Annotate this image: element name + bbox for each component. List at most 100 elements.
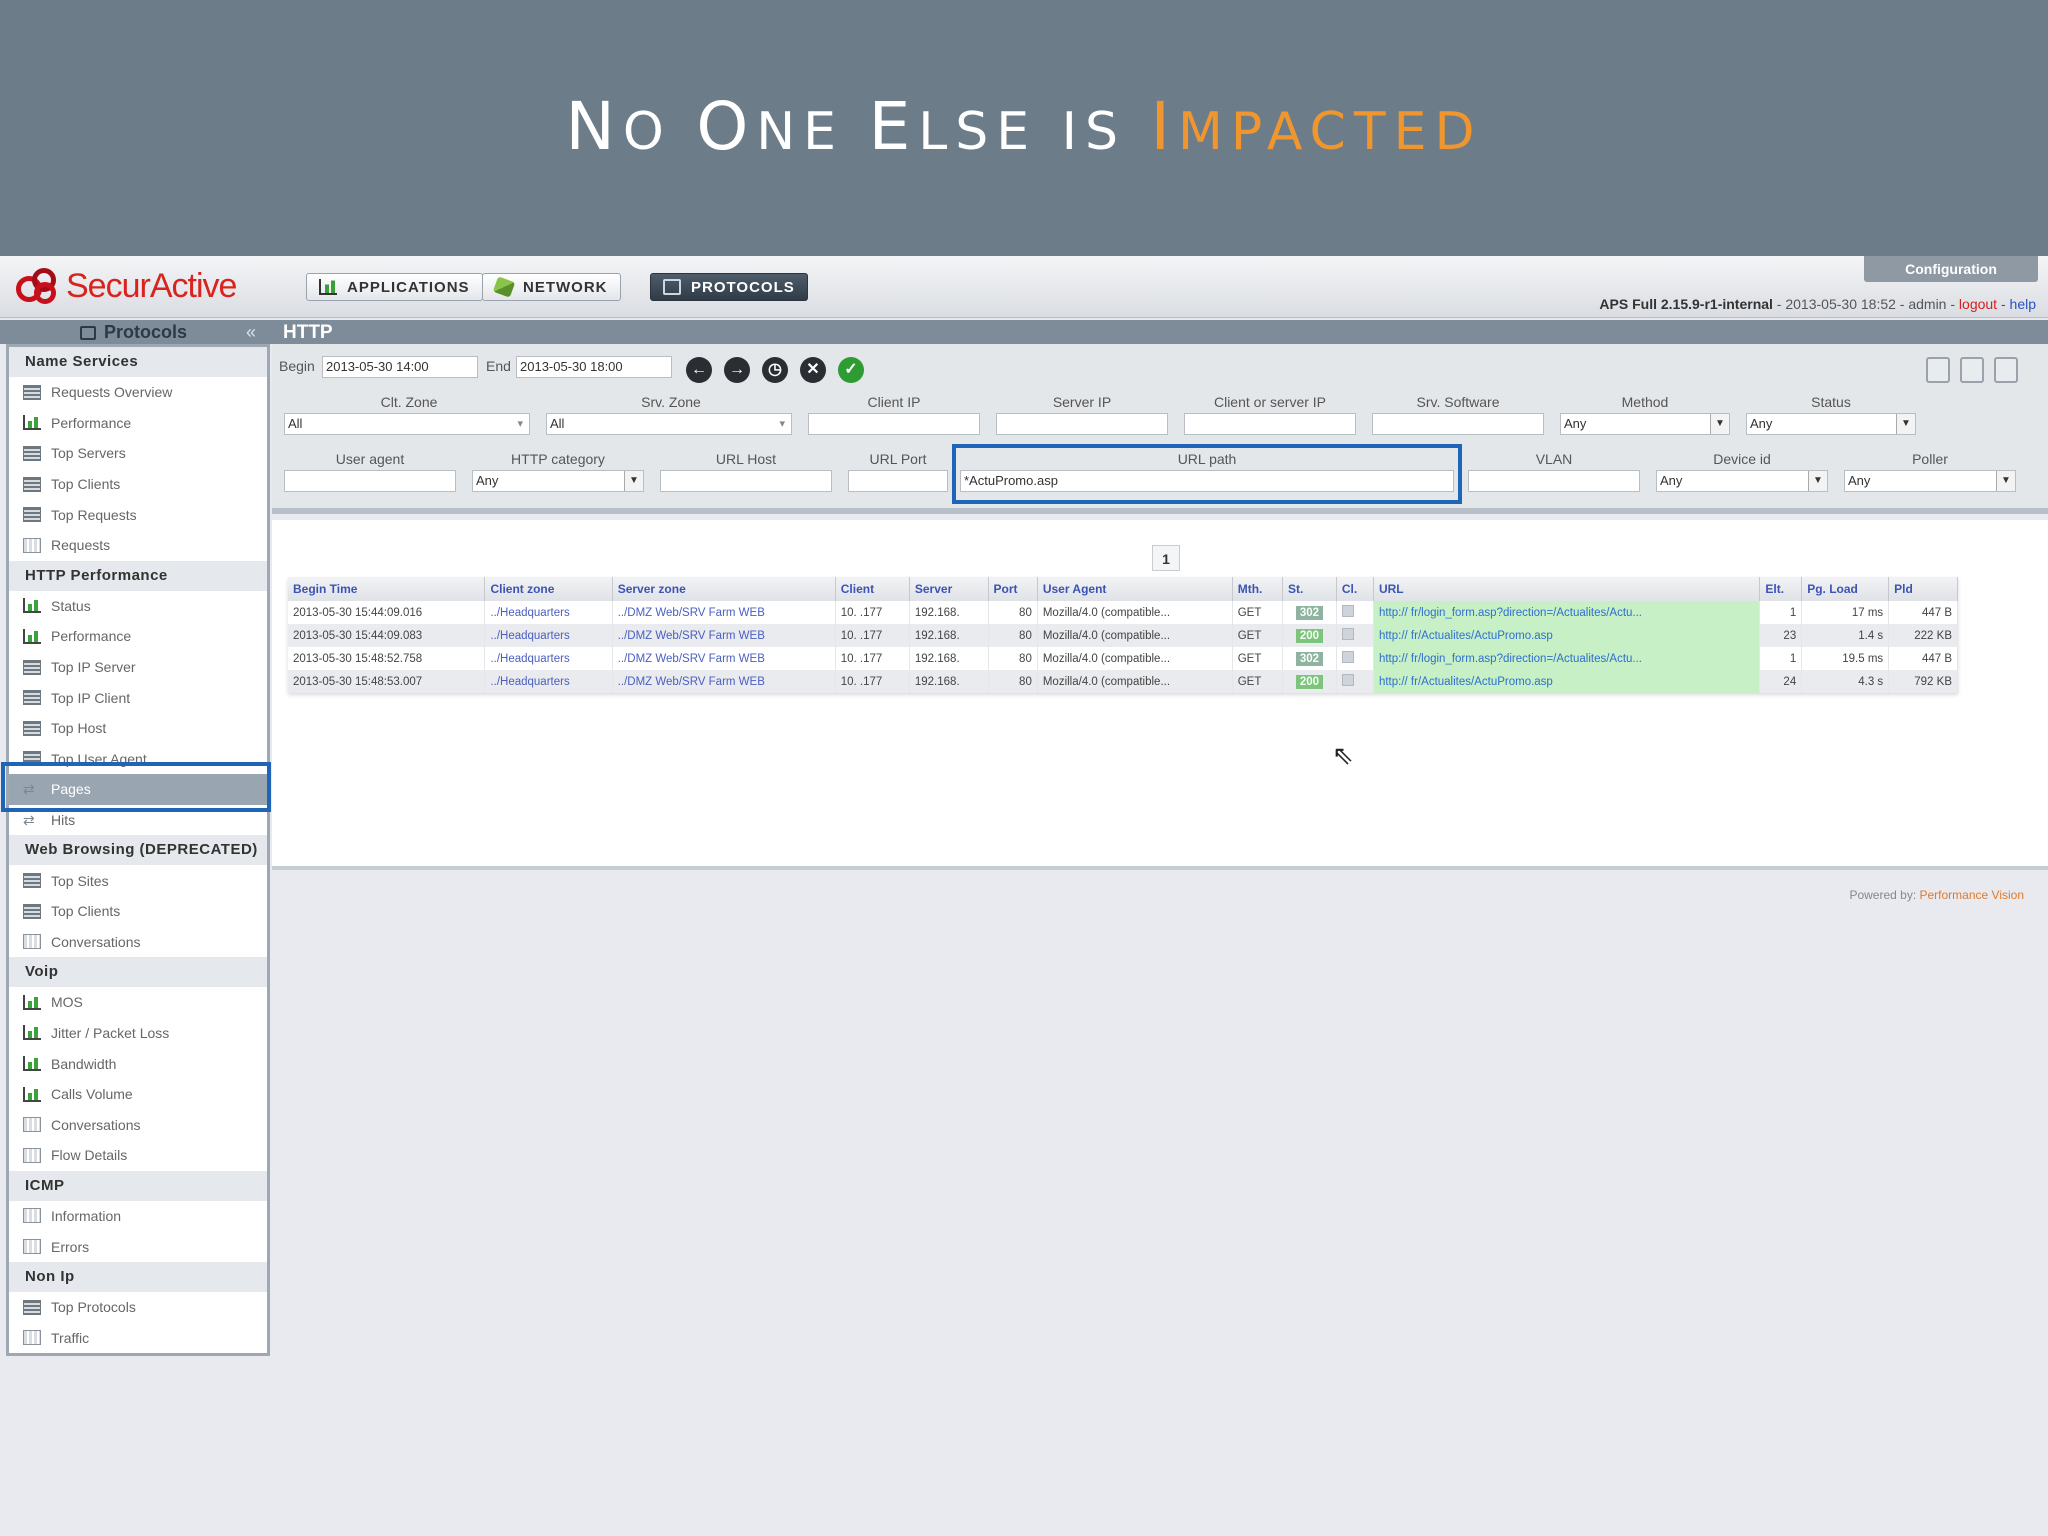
sidebar-item-top-host[interactable]: Top Host [9,713,267,744]
table-row[interactable]: 2013-05-30 15:48:53.007 ../Headquarters..… [288,670,1958,693]
table-cell[interactable]: ../DMZ Web/SRV Farm WEB [612,601,836,624]
previous-period-button[interactable]: ← [686,357,712,383]
sidebar-item-conversations[interactable]: Conversations [9,927,267,958]
server-ip-input[interactable] [996,413,1168,435]
grid-icon [23,384,41,400]
sidebar-item-top-ip-server[interactable]: Top IP Server [9,652,267,683]
http-category-select[interactable]: Any ▼ [472,470,644,492]
tab-network[interactable]: NETWORK [482,273,621,301]
tab-protocols[interactable]: PROTOCOLS [650,273,808,301]
column-header[interactable]: Begin Time [288,577,486,601]
table-cell: 1 [1759,647,1803,670]
column-header[interactable]: Client zone [484,577,613,601]
begin-date-input[interactable]: 2013-05-30 14:00 [322,356,478,378]
sidebar-item-top-sites[interactable]: Top Sites [9,865,267,896]
table-cell[interactable]: ../DMZ Web/SRV Farm WEB [612,647,836,670]
sidebar-item-jitter-packet-loss[interactable]: Jitter / Packet Loss [9,1018,267,1049]
end-date-input[interactable]: 2013-05-30 18:00 [516,356,672,378]
user-agent-input[interactable] [284,470,456,492]
column-header[interactable]: User Agent [1037,577,1233,601]
help-link[interactable]: help [2010,296,2036,312]
column-header[interactable]: Pld [1888,577,1958,601]
column-header[interactable]: Server zone [612,577,836,601]
table-cell[interactable]: ../Headquarters [484,670,613,693]
class-icon [1341,628,1354,640]
status-select[interactable]: Any ▼ [1746,413,1916,435]
configuration-tab[interactable]: Configuration [1864,256,2038,282]
sidebar-item-top-clients[interactable]: Top Clients [9,896,267,927]
method-select[interactable]: Any ▼ [1560,413,1730,435]
collapse-sidebar-icon[interactable]: « [246,322,256,343]
column-header[interactable]: Port [988,577,1038,601]
table-cell[interactable]: http:// fr/login_form.asp?direction=/Act… [1373,647,1761,670]
sidebar-item-traffic[interactable]: Traffic [9,1322,267,1353]
sidebar-item-conversations[interactable]: Conversations [9,1109,267,1140]
table-cell[interactable]: ../Headquarters [484,624,613,647]
sidebar-item-top-clients[interactable]: Top Clients [9,469,267,500]
table-row[interactable]: 2013-05-30 15:44:09.083 ../Headquarters..… [288,624,1958,647]
securactive-logo[interactable]: SecurActive [14,266,237,306]
column-header[interactable]: Server [909,577,989,601]
column-header[interactable]: Client [835,577,910,601]
sidebar-item-information[interactable]: Information [9,1201,267,1232]
client-ip-input[interactable] [808,413,980,435]
sidebar-item-performance[interactable]: Performance [9,621,267,652]
url-host-input[interactable] [660,470,832,492]
dropdown-arrow-icon[interactable]: ▼ [1896,414,1915,434]
sidebar-item-calls-volume[interactable]: Calls Volume [9,1079,267,1110]
export-pdf-icon[interactable] [1994,357,2018,383]
clear-button[interactable]: ✕ [800,357,826,383]
sidebar-item-top-protocols[interactable]: Top Protocols [9,1292,267,1323]
sidebar-item-mos[interactable]: MOS [9,987,267,1018]
column-header[interactable]: URL [1373,577,1761,601]
next-period-button[interactable]: → [724,357,750,383]
device-id-value: Any [1660,473,1683,488]
print-icon[interactable] [1960,357,1984,383]
sidebar-item-top-servers[interactable]: Top Servers [9,438,267,469]
tab-applications[interactable]: APPLICATIONS [306,273,483,301]
device-id-select[interactable]: Any ▼ [1656,470,1828,492]
dropdown-arrow-icon[interactable]: ▼ [1808,471,1827,491]
vlan-input[interactable] [1468,470,1640,492]
column-header[interactable]: Mth. [1232,577,1283,601]
footer-brand-link[interactable]: Performance Vision [1920,888,2025,902]
sidebar-item-label: MOS [51,994,83,1011]
url-port-input[interactable] [848,470,948,492]
poller-select[interactable]: Any ▼ [1844,470,2016,492]
table-cell[interactable]: http:// fr/Actualites/ActuPromo.asp [1373,670,1761,693]
table-row[interactable]: 2013-05-30 15:44:09.016 ../Headquarters..… [288,601,1958,624]
apply-button[interactable]: ✓ [838,357,864,383]
sidebar-item-bandwidth[interactable]: Bandwidth [9,1048,267,1079]
table-cell[interactable]: http:// fr/login_form.asp?direction=/Act… [1373,601,1761,624]
pagination-page-1[interactable]: 1 [1152,545,1180,571]
table-cell[interactable]: ../DMZ Web/SRV Farm WEB [612,624,836,647]
column-header[interactable]: Pg. Load [1801,577,1890,601]
table-cell[interactable]: ../Headquarters [484,601,613,624]
sidebar-item-errors[interactable]: Errors [9,1231,267,1262]
http-category-value: Any [476,473,499,488]
sidebar-item-top-ip-client[interactable]: Top IP Client [9,682,267,713]
sidebar-item-requests-overview[interactable]: Requests Overview [9,377,267,408]
column-header[interactable]: Cl. [1336,577,1374,601]
srv-software-input[interactable] [1372,413,1544,435]
table-cell[interactable]: ../Headquarters [484,647,613,670]
client-or-server-ip-input[interactable] [1184,413,1356,435]
table-cell[interactable]: ../DMZ Web/SRV Farm WEB [612,670,836,693]
column-header[interactable]: St. [1282,577,1337,601]
table-cell[interactable]: http:// fr/Actualites/ActuPromo.asp [1373,624,1761,647]
dropdown-arrow-icon[interactable]: ▼ [1996,471,2015,491]
clock-icon[interactable]: ◷ [762,357,788,383]
sidebar-item-requests[interactable]: Requests [9,530,267,561]
export-csv-icon[interactable] [1926,357,1950,383]
sidebar-item-top-requests[interactable]: Top Requests [9,499,267,530]
srv-zone-select[interactable]: All [546,413,792,435]
sidebar-item-status[interactable]: Status [9,591,267,622]
column-header[interactable]: Elt. [1759,577,1803,601]
dropdown-arrow-icon[interactable]: ▼ [1710,414,1729,434]
sidebar-item-performance[interactable]: Performance [9,408,267,439]
dropdown-arrow-icon[interactable]: ▼ [624,471,643,491]
logout-link[interactable]: logout [1959,296,1997,312]
sidebar-item-flow-details[interactable]: Flow Details [9,1140,267,1171]
clt-zone-select[interactable]: All [284,413,530,435]
table-row[interactable]: 2013-05-30 15:48:52.758 ../Headquarters..… [288,647,1958,670]
